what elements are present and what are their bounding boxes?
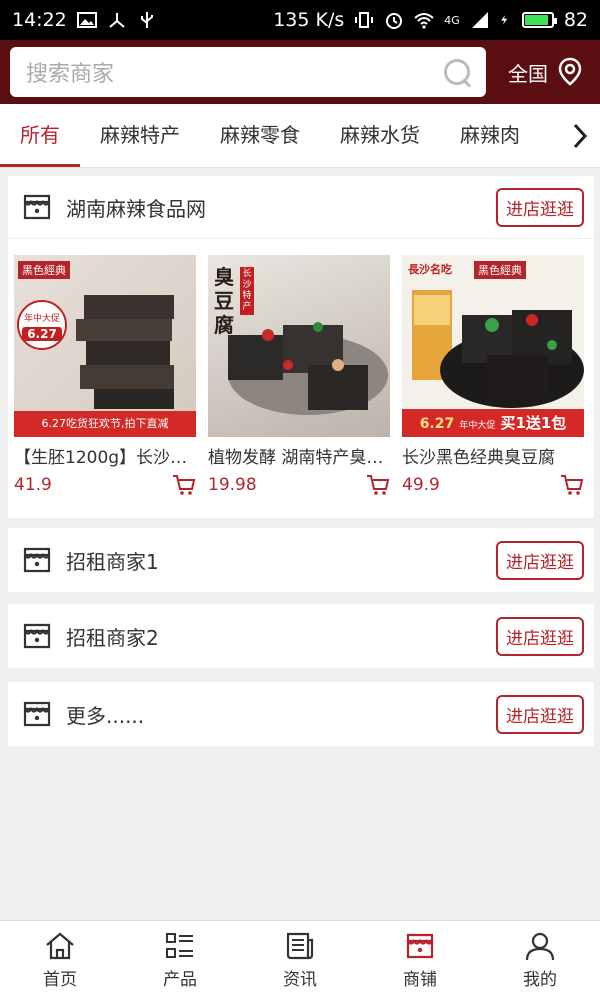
network-share-icon (109, 13, 125, 28)
home-icon (46, 932, 74, 960)
promo-banner-offer: 买1送1包 (500, 414, 567, 432)
product-seal: 长沙特产 (240, 267, 254, 315)
nav-news-label: 资讯 (283, 970, 317, 990)
battery-level: 82 (563, 9, 588, 31)
tab-spicy-meat[interactable]: 麻辣肉 (440, 104, 540, 167)
product-calligraphy: 臭豆腐 (214, 265, 234, 337)
product-card[interactable]: 長沙名吃 黑色經典 6.27 年中大促 买1送1包 长沙黑色经典臭豆腐 49.9 (402, 255, 584, 496)
promo-badge-date: 6.27 (22, 327, 62, 341)
product-name[interactable]: 【生胚1200g】长沙黑色经典臭豆腐 (14, 443, 196, 468)
nav-home-label: 首页 (43, 970, 77, 990)
bottom-nav: 首页 产品 资讯 商铺 我的 (0, 920, 600, 1000)
tabs-scroll-right[interactable] (560, 104, 600, 167)
brand-tag: 黑色經典 (18, 261, 70, 279)
enter-shop-button[interactable]: 进店逛逛 (496, 540, 584, 580)
usb-icon (140, 12, 153, 28)
promo-badge-label: 年中大促 (24, 314, 61, 324)
network-type: 4G (444, 13, 460, 27)
shop-card-header: 湖南麻辣食品网 进店逛逛 (8, 176, 594, 238)
promo-banner-label: 年中大促 (459, 421, 496, 431)
promo-banner: 6.27 年中大促 买1送1包 (402, 409, 584, 437)
status-time: 14:22 (12, 9, 67, 31)
product-name[interactable]: 长沙黑色经典臭豆腐 (402, 443, 584, 468)
shop-name: 更多...... (66, 703, 145, 728)
region-selector[interactable]: 全国 (508, 57, 590, 87)
image-icon (76, 12, 97, 28)
charging-icon (501, 15, 508, 25)
product-image[interactable]: 長沙名吃 黑色經典 6.27 年中大促 买1送1包 (402, 255, 584, 437)
list-icon (166, 933, 193, 958)
nav-home[interactable]: 首页 (0, 921, 120, 1000)
search-bar[interactable]: 搜索商家 (10, 47, 486, 97)
wifi-icon (414, 13, 434, 29)
product-price: 41.9 (14, 475, 52, 495)
product-price: 19.98 (208, 475, 257, 495)
search-icon[interactable] (442, 57, 472, 87)
shop-name: 招租商家2 (66, 625, 159, 650)
nav-products-label: 产品 (163, 970, 197, 990)
cart-icon[interactable] (366, 474, 390, 496)
cart-icon[interactable] (172, 474, 196, 496)
tab-spicy-specialty[interactable]: 麻辣特产 (80, 104, 200, 167)
shop-icon (23, 701, 51, 727)
category-tabs: 所有 麻辣特产 麻辣零食 麻辣水货 麻辣肉 (0, 104, 600, 168)
product-card[interactable]: 黑色經典 年中大促 6.27 6.27吃货狂欢节,拍下直减 【生胚1200g】长… (14, 255, 196, 496)
shop-card: 招租商家1 进店逛逛 (8, 528, 594, 592)
shop-icon (23, 194, 51, 220)
vibrate-icon (355, 12, 374, 28)
brand-tag: 黑色經典 (474, 261, 526, 279)
nav-news[interactable]: 资讯 (240, 921, 360, 1000)
shop-card: 招租商家2 进店逛逛 (8, 604, 594, 668)
alarm-icon (386, 13, 403, 29)
product-photo-art (17, 295, 174, 409)
product-price: 49.9 (402, 475, 440, 495)
enter-shop-button[interactable]: 进店逛逛 (496, 694, 584, 734)
shop-icon (406, 933, 434, 959)
shop-card-header: 更多...... 进店逛逛 (8, 682, 594, 746)
product-image[interactable]: 黑色經典 年中大促 6.27 6.27吃货狂欢节,拍下直减 (14, 255, 196, 437)
cart-icon[interactable] (560, 474, 584, 496)
shop-card: 湖南麻辣食品网 进店逛逛 黑色經典 年中大促 6.27 6.27吃货狂欢节,拍下… (8, 176, 594, 518)
tab-spicy-seafood[interactable]: 麻辣水货 (320, 104, 440, 167)
promo-banner-date: 6.27 (419, 416, 455, 432)
tab-all[interactable]: 所有 (0, 104, 80, 167)
enter-shop-button[interactable]: 进店逛逛 (496, 616, 584, 656)
status-bar: 14:22 135 K/s 4G 82 (0, 0, 600, 40)
product-card[interactable]: 臭豆腐 长沙特产 植物发酵 湖南特产臭豆腐 19.98 (208, 255, 390, 496)
promo-banner: 6.27吃货狂欢节,拍下直减 (14, 411, 196, 437)
nav-mine[interactable]: 我的 (480, 921, 600, 1000)
battery-icon (521, 12, 557, 28)
shop-card: 更多...... 进店逛逛 (8, 682, 594, 746)
location-pin-icon (558, 57, 582, 86)
enter-shop-button[interactable]: 进店逛逛 (496, 187, 584, 227)
tab-spicy-snacks[interactable]: 麻辣零食 (200, 104, 320, 167)
search-input[interactable]: 搜索商家 (26, 56, 442, 88)
shop-icon (23, 623, 51, 649)
product-image[interactable]: 臭豆腐 长沙特产 (208, 255, 390, 437)
chevron-right-icon (573, 123, 588, 149)
shop-icon (23, 547, 51, 573)
nav-products[interactable]: 产品 (120, 921, 240, 1000)
shop-card-header: 招租商家2 进店逛逛 (8, 604, 594, 668)
shop-name: 湖南麻辣食品网 (66, 196, 206, 221)
signal-icon (471, 12, 488, 28)
shop-name: 招租商家1 (66, 549, 159, 574)
nav-shops-label: 商铺 (403, 970, 437, 990)
nav-mine-label: 我的 (523, 970, 557, 990)
brand-left-tag: 長沙名吃 (408, 263, 452, 276)
shop-card-header: 招租商家1 进店逛逛 (8, 528, 594, 592)
header: 搜索商家 全国 (0, 40, 600, 104)
news-icon (286, 932, 314, 960)
net-speed: 135 K/s (273, 9, 345, 31)
user-icon (525, 932, 555, 961)
region-label: 全国 (508, 61, 548, 86)
product-name[interactable]: 植物发酵 湖南特产臭豆腐 (208, 443, 390, 468)
product-list: 黑色經典 年中大促 6.27 6.27吃货狂欢节,拍下直减 【生胚1200g】长… (8, 238, 594, 496)
nav-shops[interactable]: 商铺 (360, 921, 480, 1000)
